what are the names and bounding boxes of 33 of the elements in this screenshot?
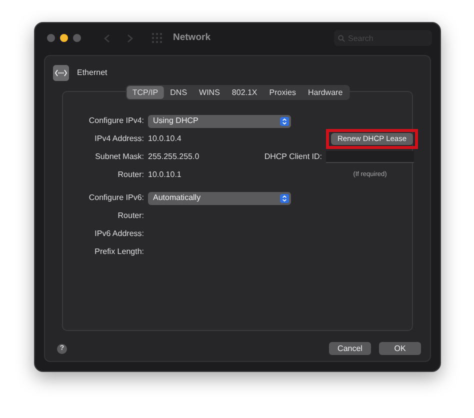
tab[interactable]: Proxies xyxy=(263,86,302,99)
field-value: 255.255.255.0 xyxy=(148,151,200,163)
dropdown[interactable]: Using DHCP xyxy=(148,114,291,128)
dropdown[interactable]: Automatically xyxy=(148,192,291,204)
stepper-icon xyxy=(280,194,289,202)
field-label: DHCP Client ID: xyxy=(263,151,322,163)
field-label: Router: xyxy=(116,169,144,181)
field-label: IPv4 Address: xyxy=(94,133,144,145)
tab[interactable]: 802.1X xyxy=(226,86,264,99)
tab[interactable]: DNS xyxy=(164,86,194,99)
field-label: Subnet Mask: xyxy=(94,151,144,163)
search-icon xyxy=(338,34,345,42)
client-id-field[interactable] xyxy=(326,151,414,163)
field-label: Configure IPv6: xyxy=(88,192,144,204)
grid-icon[interactable] xyxy=(152,33,162,43)
field-value: 10.0.10.4 xyxy=(148,133,182,145)
back-icon[interactable] xyxy=(104,34,110,42)
forward-icon[interactable] xyxy=(127,34,133,42)
tab[interactable]: WINS xyxy=(193,86,226,99)
field-label: Prefix Length: xyxy=(94,246,144,258)
field-label: IPv6 Address: xyxy=(94,228,144,240)
window-title: Network xyxy=(173,30,210,45)
service-name: Ethernet xyxy=(77,67,108,79)
tab[interactable]: Hardware xyxy=(302,86,349,99)
field-label: Router: xyxy=(116,210,144,222)
ok-button[interactable]: OK xyxy=(379,342,421,355)
ethernet-icon xyxy=(53,65,69,81)
field-value: 10.0.10.1 xyxy=(148,169,182,181)
field-label: Configure IPv4: xyxy=(88,115,144,127)
tab[interactable]: TCP/IP xyxy=(126,86,164,99)
window-control[interactable] xyxy=(60,34,68,42)
stepper-icon xyxy=(280,116,289,126)
cancel-button[interactable]: Cancel xyxy=(329,342,371,355)
